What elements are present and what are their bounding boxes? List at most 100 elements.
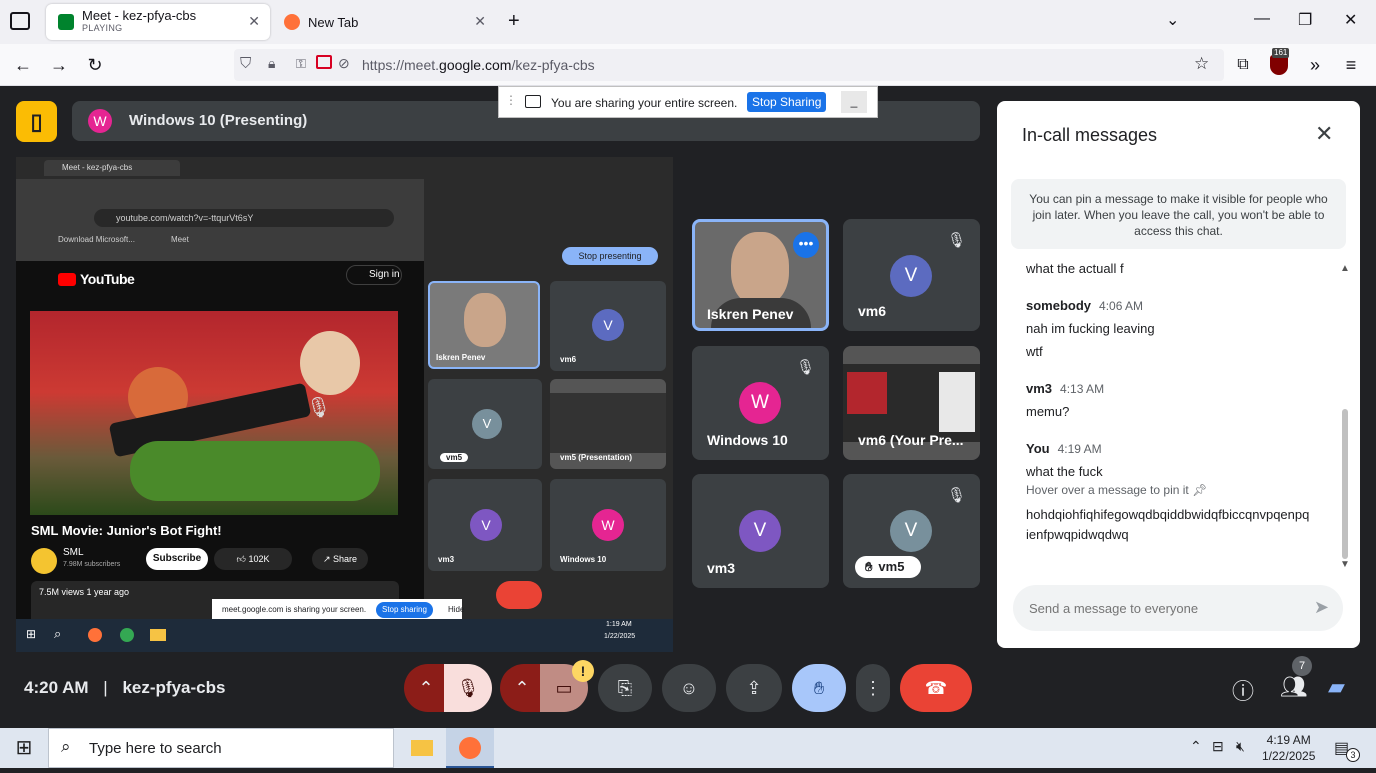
- chat-scrollbar[interactable]: ▲ ▼: [1340, 263, 1350, 570]
- participant-avatar: V: [890, 255, 932, 297]
- minimize-button[interactable]: —: [1254, 10, 1270, 28]
- pin-note: You can pin a message to make it visible…: [1011, 179, 1346, 249]
- captions-button[interactable]: ⎘: [598, 664, 652, 712]
- participant-name: vm6 (Your Pre...: [858, 432, 964, 448]
- message-text: hohdqiohfiqhifegowqdbqiddbwidqfbiccqnvpq…: [1026, 507, 1310, 542]
- system-clock[interactable]: 4:19 AM 1/22/2025: [1262, 732, 1315, 764]
- message-time: 4:06 AM: [1099, 299, 1144, 313]
- forward-icon[interactable]: →: [46, 52, 72, 78]
- tab-meet[interactable]: Meet - kez-pfya-cbs PLAYING ✕: [46, 4, 270, 40]
- scroll-down-icon[interactable]: ▼: [1340, 559, 1350, 570]
- lock-icon[interactable]: 🔒︎: [268, 55, 275, 72]
- participant-tile-vm6-presentation[interactable]: vm6 (Your Pre...: [843, 346, 980, 460]
- taskbar-search[interactable]: ⌕ Type here to search: [48, 728, 394, 768]
- leave-call-button[interactable]: ☎︎: [900, 664, 972, 712]
- camera-blocked-icon[interactable]: ⊘: [338, 55, 350, 72]
- meeting-code: kez-pfya-cbs: [122, 678, 226, 697]
- volume-icon[interactable]: 🔇︎: [1236, 738, 1245, 755]
- more-options-button[interactable]: ⋮: [856, 664, 890, 712]
- channel-avatar: [31, 548, 57, 574]
- url-text[interactable]: https://meet.google.com/kez-pfya-cbs: [362, 57, 595, 73]
- show-hidden-icons[interactable]: ⌃: [1190, 738, 1202, 755]
- message-text: memu?: [1026, 404, 1070, 419]
- camera-off-icon: ▭: [555, 678, 573, 698]
- menu-icon[interactable]: ≡: [1338, 52, 1364, 78]
- inner-tile-windows10: W Windows 10: [550, 479, 666, 571]
- people-icon[interactable]: 👥︎: [1280, 674, 1308, 700]
- network-icon[interactable]: ⊟: [1212, 738, 1224, 755]
- screen-share-indicator-icon[interactable]: [316, 55, 332, 69]
- close-window-button[interactable]: ✕: [1344, 10, 1357, 30]
- restore-button[interactable]: ❐: [1298, 10, 1312, 30]
- stop-sharing-button[interactable]: Stop Sharing: [747, 92, 827, 112]
- close-tab-icon[interactable]: ✕: [248, 13, 260, 30]
- more-options-icon[interactable]: •••: [793, 232, 819, 258]
- inner-share-msg: meet.google.com is sharing your screen.: [222, 605, 367, 614]
- outer-chrome-tab: Meet - kez-pfya-cbs: [44, 160, 180, 176]
- video-options-button[interactable]: ⌃: [500, 664, 544, 712]
- captions-icon: ⎘: [617, 678, 633, 698]
- yt-sign-in-button: Sign in: [346, 265, 402, 285]
- send-icon[interactable]: ➤: [1314, 597, 1329, 618]
- message-time: 4:19 AM: [1057, 442, 1102, 456]
- file-explorer-icon[interactable]: [398, 728, 446, 768]
- bookmark-star-icon[interactable]: ☆: [1194, 54, 1209, 74]
- inner-share-banner: meet.google.com is sharing your screen. …: [212, 599, 464, 621]
- mic-toggle-button[interactable]: 🎙︎: [444, 664, 492, 712]
- participant-tile-windows10[interactable]: 🎙︎ W Windows 10: [692, 346, 829, 460]
- mini-taskbar: ⊞ ⌕ 1:19 AM 1/22/2025: [16, 619, 673, 652]
- present-screen-icon: ⇪: [746, 678, 762, 698]
- more-vert-icon: ⋮: [864, 678, 882, 698]
- chat-message: vm3 4:13 AM: [1026, 381, 1326, 396]
- firefox-taskbar-icon[interactable]: [446, 728, 494, 768]
- inner-tile-name: Iskren Penev: [436, 353, 486, 362]
- participant-tile-iskren[interactable]: ••• Iskren Penev: [692, 219, 829, 331]
- participant-tile-vm5[interactable]: 🎙︎ V ✋︎ vm5: [843, 474, 980, 588]
- scroll-up-icon[interactable]: ▲: [1340, 263, 1350, 274]
- firefox-favicon-icon: [284, 14, 300, 30]
- permissions-icon[interactable]: ⚿: [296, 56, 306, 72]
- shield-icon[interactable]: ⛉: [240, 55, 251, 72]
- pin-icon[interactable]: 📌︎: [1192, 483, 1207, 497]
- meet-logo-icon: ▯: [16, 101, 57, 142]
- tab-overview-icon[interactable]: [10, 12, 30, 30]
- inner-end-call-icon: [496, 581, 542, 609]
- list-tabs-icon[interactable]: ⌄: [1166, 10, 1179, 30]
- mini-clock-date: 1/22/2025: [604, 633, 636, 640]
- tab-title: New Tab: [308, 14, 359, 30]
- close-chat-icon[interactable]: ✕: [1315, 121, 1333, 147]
- chat-icon[interactable]: ▰: [1328, 674, 1345, 700]
- windows-start-icon[interactable]: ⊞: [0, 728, 48, 768]
- participant-face: [731, 232, 789, 306]
- close-tab-icon[interactable]: ✕: [474, 13, 486, 30]
- audio-options-button[interactable]: ⌃: [404, 664, 448, 712]
- inner-screen-thumb: [550, 393, 666, 453]
- reload-icon[interactable]: ↻: [82, 52, 108, 78]
- inner-face: [464, 293, 506, 347]
- youtube-play-icon: [58, 273, 76, 286]
- new-tab-button[interactable]: +: [508, 10, 520, 33]
- back-icon[interactable]: ←: [10, 52, 36, 78]
- scroll-thumb[interactable]: [1342, 409, 1348, 559]
- participant-tile-vm6[interactable]: 🎙︎ V vm6: [843, 219, 980, 331]
- more-tools-icon[interactable]: »: [1302, 52, 1328, 78]
- raise-hand-button[interactable]: ✋︎: [792, 664, 846, 712]
- thumb-video: [847, 372, 887, 414]
- inner-tile-name: vm3: [438, 555, 455, 564]
- present-button[interactable]: ⇪: [726, 664, 782, 712]
- youtube-video: 🎙︎: [30, 311, 398, 515]
- reactions-button[interactable]: ☺: [662, 664, 716, 712]
- participant-tile-vm3[interactable]: V vm3: [692, 474, 829, 588]
- ublock-icon[interactable]: 161: [1266, 48, 1292, 78]
- message-text: nah im fucking leaving: [1026, 321, 1155, 336]
- minimize-banner-button[interactable]: _: [841, 91, 867, 113]
- chat-input[interactable]: [1029, 598, 1289, 618]
- inner-tile-name: Windows 10: [560, 555, 607, 564]
- meeting-details-icon[interactable]: ⓘ: [1232, 674, 1254, 706]
- drag-handle-icon[interactable]: ⋮: [505, 93, 517, 107]
- tab-new-tab[interactable]: New Tab ✕: [272, 4, 496, 40]
- url-bar[interactable]: ⛉ 🔒︎ ⚿ ⊘ https://meet.google.com/kez-pfy…: [234, 49, 1224, 81]
- meet-area: ▯ W Windows 10 (Presenting) ⋮ You are sh…: [0, 86, 1376, 728]
- video-title: SML Movie: Junior's Bot Fight!: [31, 523, 222, 538]
- extensions-icon[interactable]: ⧉: [1230, 52, 1256, 78]
